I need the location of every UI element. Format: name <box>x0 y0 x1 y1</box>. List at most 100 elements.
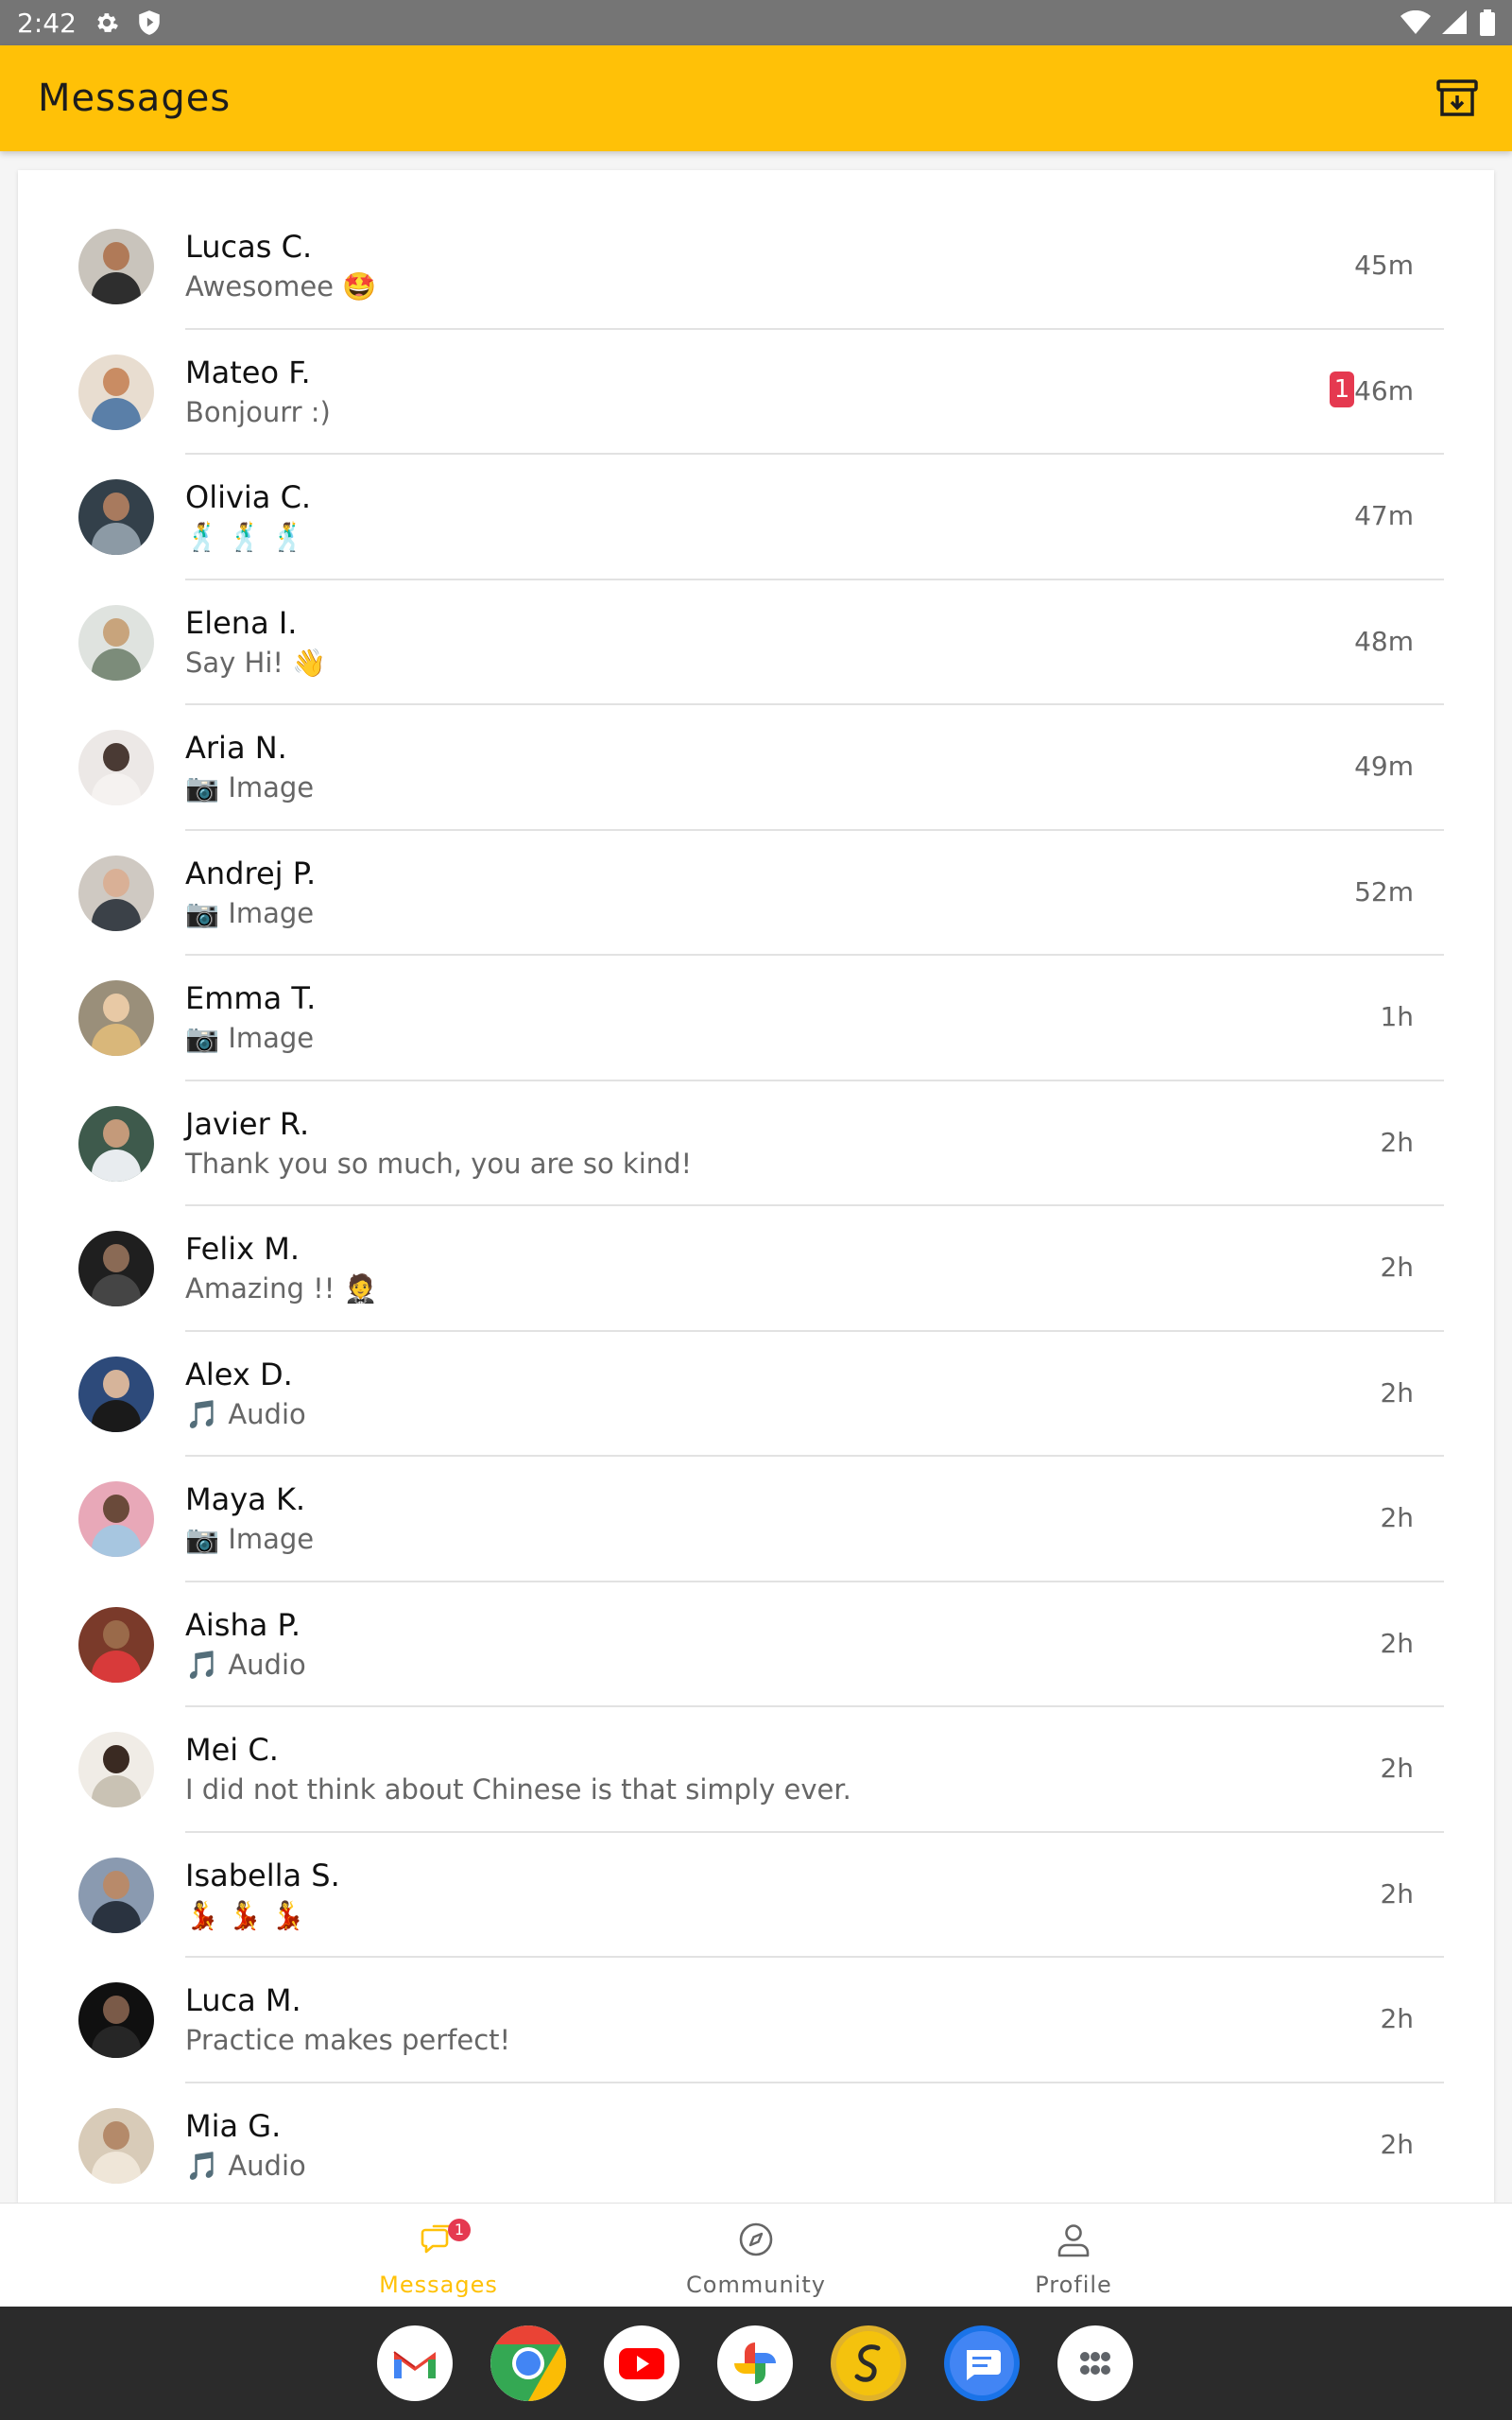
message-time: 2h <box>1380 2003 1414 2034</box>
battery-icon <box>1480 9 1495 36</box>
contact-name: Andrej P. <box>185 855 317 891</box>
conversation-row[interactable]: Alex D. 🎵 Audio 2h <box>18 1332 1494 1457</box>
contact-name: Isabella S. <box>185 1857 340 1893</box>
avatar <box>78 1732 154 1807</box>
message-preview: 🎵 Audio <box>185 1397 306 1430</box>
contact-name: Aisha P. <box>185 1606 301 1643</box>
message-preview: 🕺 🕺 🕺 <box>185 521 305 553</box>
contact-name: Alex D. <box>185 1356 293 1392</box>
message-preview: 📷 Image <box>185 1523 315 1555</box>
nav-community-label: Community <box>686 2272 826 2298</box>
contact-name: Javier R. <box>185 1105 310 1142</box>
youtube-icon <box>619 2348 664 2379</box>
contact-name: Felix M. <box>185 1231 301 1267</box>
contact-name: Aria N. <box>185 730 287 766</box>
bottom-navigation: 1 Messages Community Profile <box>0 2203 1512 2308</box>
avatar <box>78 1481 154 1557</box>
contact-name: Emma T. <box>185 980 317 1016</box>
message-preview: Practice makes perfect! <box>185 2024 511 2056</box>
message-preview: 🎵 Audio <box>185 1648 306 1681</box>
message-time: 46m <box>1354 374 1414 406</box>
conversation-row[interactable]: Mateo F. Bonjourr :) 1 46m <box>18 330 1494 455</box>
status-time: 2:42 <box>17 7 77 39</box>
youtube-app-icon[interactable] <box>604 2325 679 2401</box>
conversation-row[interactable]: Olivia C. 🕺 🕺 🕺 47m <box>18 455 1494 580</box>
app-drawer-button[interactable] <box>1057 2325 1133 2401</box>
conversation-list: Lucas C. Awesomee 🤩 45m Mateo F. Bonjour… <box>18 204 1494 2203</box>
conversation-row[interactable]: Andrej P. 📷 Image 52m <box>18 831 1494 956</box>
message-time: 2h <box>1380 1252 1414 1283</box>
system-dock <box>0 2307 1512 2420</box>
messages-app-icon[interactable] <box>944 2325 1020 2401</box>
archive-button[interactable] <box>1429 70 1486 127</box>
message-time: 52m <box>1354 875 1414 908</box>
archive-icon <box>1436 79 1478 116</box>
conversation-row[interactable]: Aisha P. 🎵 Audio 2h <box>18 1582 1494 1707</box>
contact-name: Mei C. <box>185 1732 279 1768</box>
chrome-app-icon[interactable] <box>490 2325 566 2401</box>
shield-icon <box>139 10 160 35</box>
avatar <box>78 229 154 304</box>
conversation-row[interactable]: Mia G. 🎵 Audio 2h <box>18 2083 1494 2204</box>
nav-messages-label: Messages <box>379 2272 498 2298</box>
conversation-row[interactable]: Mei C. I did not think about Chinese is … <box>18 1707 1494 1833</box>
chat-icon <box>950 2331 1014 2395</box>
message-preview: Bonjourr :) <box>185 395 331 428</box>
conversation-list-card: Lucas C. Awesomee 🤩 45m Mateo F. Bonjour… <box>18 170 1494 2203</box>
message-time: 2h <box>1380 2128 1414 2160</box>
contact-name: Mia G. <box>185 2107 282 2144</box>
nav-messages[interactable]: 1 Messages <box>344 2204 533 2308</box>
nav-community[interactable]: Community <box>662 2204 850 2308</box>
gmail-app-icon[interactable] <box>377 2325 453 2401</box>
conversation-row[interactable]: Elena I. Say Hi! 👋 48m <box>18 580 1494 705</box>
avatar <box>78 980 154 1056</box>
avatar <box>78 604 154 681</box>
nav-profile[interactable]: Profile <box>979 2204 1168 2308</box>
person-icon <box>1057 2224 1090 2257</box>
conversation-row[interactable]: Maya K. 📷 Image 2h <box>18 1457 1494 1582</box>
conversation-row[interactable]: Lucas C. Awesomee 🤩 45m <box>18 204 1494 330</box>
message-time: 2h <box>1380 1376 1414 1409</box>
avatar <box>78 855 154 931</box>
avatar <box>78 2107 154 2184</box>
app-bar: Messages <box>0 45 1512 151</box>
page-title: Messages <box>38 77 232 120</box>
message-preview: 🎵 Audio <box>185 2149 306 2182</box>
contact-name: Maya K. <box>185 1481 306 1517</box>
message-time: 48m <box>1354 625 1414 657</box>
status-bar: 2:42 <box>0 0 1512 45</box>
avatar <box>78 1606 154 1683</box>
pinwheel-icon <box>734 2342 776 2384</box>
avatar <box>78 479 154 555</box>
signal-icon <box>1442 10 1467 34</box>
message-preview: 💃 💃 💃 <box>185 1898 305 1931</box>
contact-name: Lucas C. <box>185 229 313 265</box>
message-preview: 📷 Image <box>185 896 315 929</box>
message-preview: 📷 Image <box>185 771 315 804</box>
language-app-icon[interactable] <box>831 2325 906 2401</box>
nav-profile-label: Profile <box>1035 2272 1112 2298</box>
message-time: 2h <box>1380 1877 1414 1910</box>
avatar <box>78 354 154 430</box>
conversation-row[interactable]: Emma T. 📷 Image 1h <box>18 956 1494 1081</box>
message-time: 2h <box>1380 1753 1414 1784</box>
message-preview: Thank you so much, you are so kind! <box>185 1147 693 1180</box>
message-time: 2h <box>1380 1502 1414 1533</box>
avatar <box>78 1982 154 2058</box>
conversation-row[interactable]: Felix M. Amazing !! 🤵 2h <box>18 1206 1494 1332</box>
photos-app-icon[interactable] <box>717 2325 793 2401</box>
swirl-logo-icon <box>836 2331 901 2395</box>
avatar <box>78 1231 154 1306</box>
conversation-row[interactable]: Javier R. Thank you so much, you are so … <box>18 1081 1494 1206</box>
conversation-row[interactable]: Aria N. 📷 Image 49m <box>18 705 1494 831</box>
message-time: 49m <box>1354 751 1414 782</box>
contact-name: Elena I. <box>185 604 298 641</box>
message-preview: I did not think about Chinese is that si… <box>185 1773 851 1806</box>
chrome-icon <box>490 2325 566 2401</box>
message-time: 45m <box>1354 250 1414 281</box>
message-preview: Amazing !! 🤵 <box>185 1272 378 1305</box>
settings-icon <box>97 13 118 32</box>
conversation-row[interactable]: Isabella S. 💃 💃 💃 2h <box>18 1833 1494 1958</box>
conversation-row[interactable]: Luca M. Practice makes perfect! 2h <box>18 1958 1494 2083</box>
message-time: 47m <box>1354 500 1414 531</box>
